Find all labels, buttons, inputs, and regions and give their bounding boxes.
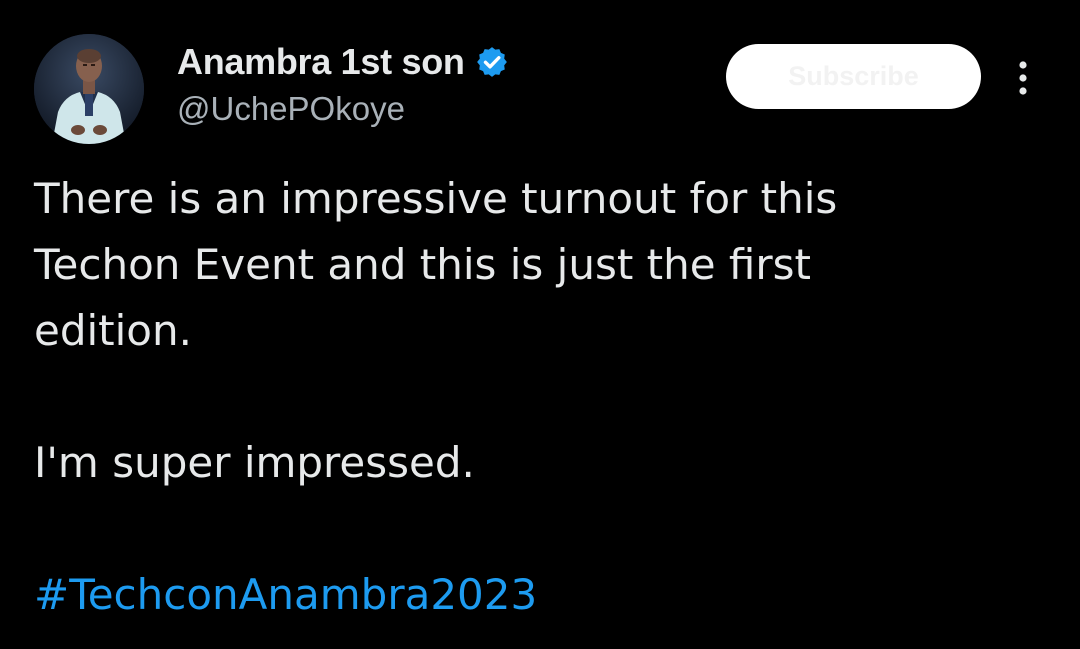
tweet-text-line: Techon Event and this is just the first [34,240,811,289]
tweet-text-line: There is an impressive turnout for this [34,174,838,223]
author-display-name[interactable]: Anambra 1st son [177,41,465,83]
tweet-body: There is an impressive turnout for this … [34,166,1044,628]
subscribe-button[interactable]: Subscribe [726,44,981,109]
avatar-image [34,34,144,144]
more-options-icon[interactable] [1008,58,1038,98]
avatar[interactable] [34,34,144,144]
hashtag-link[interactable]: #TechconAnambra2023 [34,562,1044,628]
author-name-row: Anambra 1st son [177,40,509,84]
tweet-text-line: edition. [34,306,192,355]
tweet-text-line: I'm super impressed. [34,438,475,487]
verified-badge-icon[interactable] [475,45,509,79]
author-handle[interactable]: @UchePOkoye [177,90,405,128]
